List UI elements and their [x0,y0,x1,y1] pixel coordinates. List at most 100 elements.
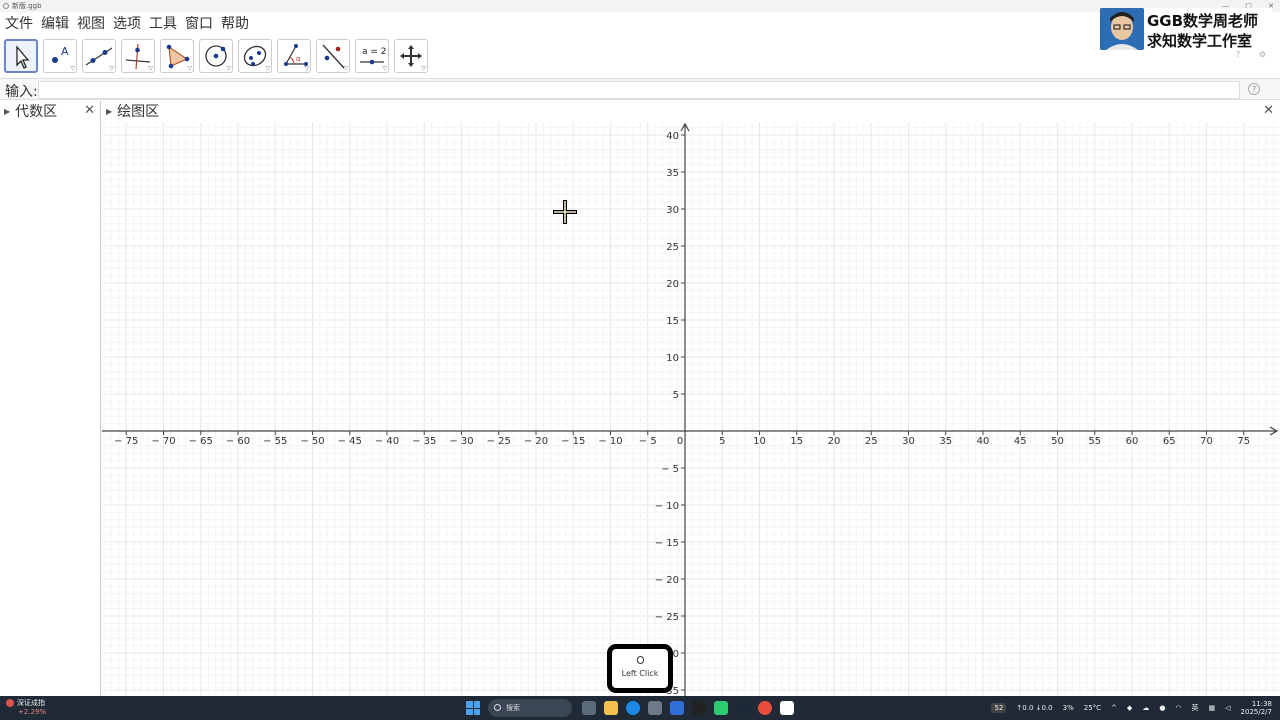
taskbar: 深证成指 +2.29% 搜索 52 ↑0.0 ↓0.0 3% 25°C ^ ◆ … [0,696,1280,720]
chevron-down-icon: ▽ [304,65,309,72]
mouse-icon [636,656,644,664]
store-icon[interactable] [648,701,662,715]
menu-window[interactable]: 窗口 [185,13,213,33]
wechat-icon[interactable] [714,701,728,715]
command-input[interactable] [38,81,1240,99]
help-circle-icon[interactable]: ? [1236,50,1240,59]
x-tick-label: 0 [677,436,683,447]
menu-options[interactable]: 选项 [113,13,141,33]
title-bar: 新版.ggb — □ ✕ [0,0,1280,12]
y-tick-label: − 25 [655,612,679,623]
window-title: 新版.ggb [12,2,42,10]
file-explorer-icon[interactable] [604,701,618,715]
chevron-down-icon: ▽ [109,65,114,72]
avatar [1100,8,1144,50]
y-tick-label: 30 [666,205,679,216]
x-tick-label: 25 [865,436,878,447]
app-icon [3,3,9,9]
click-label: Left Click [621,669,659,678]
speaker-icon[interactable]: ◁ [1225,704,1230,712]
close-icon[interactable]: ✕ [84,101,95,121]
menu-help[interactable]: 帮助 [221,13,249,33]
y-tick-label: 40 [666,131,679,142]
weather-temp[interactable]: 25°C [1084,704,1101,712]
x-tick-label: 10 [753,436,766,447]
graphics-panel[interactable]: − 75− 70− 65− 60− 55− 50− 45− 40− 35− 30… [102,101,1280,696]
input-bar: 输入: ? [0,78,1280,100]
edge-browser-icon[interactable] [626,701,640,715]
reflect-tool[interactable]: ▽ [316,39,350,73]
steam-icon[interactable] [736,701,750,715]
menu-bar: 文件 编辑 视图 选项 工具 窗口 帮助 [0,12,1280,34]
crosshair-cursor-icon [553,200,577,224]
task-view-icon[interactable] [582,701,596,715]
ime-indicator[interactable]: 英 [1192,703,1199,713]
search-icon [494,704,501,711]
perpendicular-tool[interactable]: ▽ [121,39,155,73]
x-tick-label: − 35 [412,436,436,447]
toolbar-extra-icons: ? ⚙ [1220,50,1266,59]
angle-tool[interactable]: α ▽ [277,39,311,73]
taskbar-search[interactable]: 搜索 [488,699,572,717]
stock-widget[interactable]: 深证成指 +2.29% [6,699,46,717]
point-tool[interactable]: A ▽ [43,39,77,73]
ellipse-tool[interactable]: ▽ [238,39,272,73]
wifi-icon[interactable]: ◠ [1175,704,1181,712]
y-tick-label: − 20 [655,575,679,586]
chevron-down-icon: ▽ [148,65,153,72]
x-tick-label: 40 [977,436,990,447]
chevron-up-icon[interactable]: ^ [1111,704,1117,712]
shield-icon[interactable]: ◆ [1127,704,1132,712]
move-tool[interactable] [4,39,38,73]
left-click-indicator: Left Click [607,644,673,693]
clock[interactable]: 11:38 2025/2/7 [1241,700,1272,716]
close-icon[interactable]: ✕ [1263,101,1274,121]
x-tick-label: − 55 [263,436,287,447]
x-tick-label: − 10 [598,436,622,447]
x-tick-label: − 50 [300,436,324,447]
geogebra-icon[interactable] [780,701,794,715]
windows-start-icon[interactable] [466,701,480,715]
svg-text:α: α [296,55,301,63]
graphics-canvas[interactable]: − 75− 70− 65− 60− 55− 50− 45− 40− 35− 30… [102,101,1280,696]
menu-tools[interactable]: 工具 [149,13,177,33]
algebra-panel: ▶ 代数区 ✕ [0,101,101,696]
graphics-panel-header[interactable]: ▶ 绘图区 [102,101,222,123]
triangle-right-icon[interactable]: ▶ [106,107,112,116]
x-tick-label: − 70 [151,436,175,447]
slider-tool[interactable]: a = 2 ▽ [355,39,389,73]
cloud-icon[interactable]: ☁ [1142,704,1149,712]
arrow-cursor-icon [16,45,30,69]
menu-edit[interactable]: 编辑 [41,13,69,33]
network-speed: ↑0.0 ↓0.0 [1016,704,1053,712]
gear-icon[interactable]: ⚙ [1259,50,1266,59]
menu-file[interactable]: 文件 [5,13,33,33]
stock-name: 深证成指 [17,699,45,707]
x-tick-label: − 60 [226,436,250,447]
input-label: 输入: [5,84,38,100]
x-tick-label: 70 [1200,436,1213,447]
menu-view[interactable]: 视图 [77,13,105,33]
y-tick-label: − 10 [655,501,679,512]
x-tick-label: 65 [1163,436,1176,447]
circle-tool[interactable]: ▽ [199,39,233,73]
keyboard-icon[interactable]: ▦ [1209,704,1216,712]
x-tick-label: − 15 [561,436,585,447]
obs-icon[interactable] [758,701,772,715]
triangle-right-icon[interactable]: ▶ [4,107,10,116]
y-tick-label: 25 [666,242,679,253]
move-view-tool[interactable]: ▽ [394,39,428,73]
x-tick-label: 55 [1088,436,1101,447]
x-tick-label: − 5 [639,436,657,447]
microphone-icon[interactable]: ● [1159,704,1165,712]
system-tray: 52 ↑0.0 ↓0.0 3% 25°C ^ ◆ ☁ ● ◠ 英 ▦ ◁ 11:… [981,699,1272,717]
line-tool[interactable]: ▽ [82,39,116,73]
x-tick-label: − 65 [189,436,213,447]
polygon-tool[interactable]: ▽ [160,39,194,73]
y-tick-label: − 15 [655,538,679,549]
input-help-icon[interactable]: ? [1248,83,1260,95]
app-window: 新版.ggb — □ ✕ 文件 编辑 视图 选项 工具 窗口 帮助 A ▽ ▽ … [0,0,1280,720]
app-icon-blue[interactable] [670,701,684,715]
svg-text:A: A [61,45,69,58]
qq-icon[interactable] [692,701,706,715]
